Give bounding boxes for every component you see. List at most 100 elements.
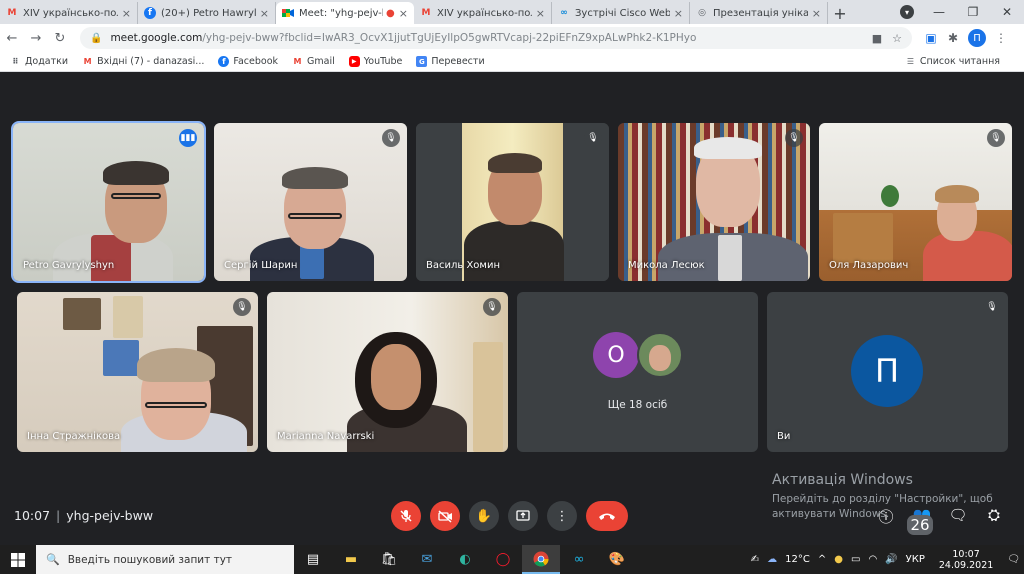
bookmark-label: Facebook xyxy=(233,56,279,67)
pen-icon[interactable]: ✍ xyxy=(751,554,759,565)
present-icon xyxy=(516,510,530,521)
participant-name: Petro Gavrylyshyn xyxy=(23,260,115,271)
search-placeholder: Введіть пошуковий запит тут xyxy=(67,553,233,566)
temperature[interactable]: 12°C xyxy=(785,554,810,565)
restore-icon[interactable]: ❐ xyxy=(956,0,990,24)
file-explorer-icon[interactable]: ▬ xyxy=(332,545,370,574)
lock-icon[interactable]: 🔒 xyxy=(90,33,102,44)
bookmark-facebook[interactable]: f Facebook xyxy=(218,56,278,67)
tab-title: Презентація унікальн xyxy=(713,7,808,19)
extension-icon[interactable]: ▣ xyxy=(920,31,942,45)
windows-taskbar: 🔍 Введіть пошуковий запит тут ▤ ▬ 🛍 ✉ ◐ … xyxy=(0,545,1024,574)
gmail-icon: M xyxy=(83,57,92,66)
mic-off-icon: 🎙 xyxy=(785,129,803,147)
bookmark-youtube[interactable]: ▶ YouTube xyxy=(348,56,402,67)
camera-indicator-icon[interactable]: ■ xyxy=(872,32,882,45)
chat-icon[interactable]: 🗨 xyxy=(940,506,976,542)
gmail-icon: M xyxy=(421,8,431,18)
translate-icon: G xyxy=(416,56,428,67)
mic-off-icon: 🎙 xyxy=(584,129,602,147)
notification-icon[interactable]: 🗨 xyxy=(1007,554,1020,565)
taskbar-clock[interactable]: 10:07 24.09.2021 xyxy=(939,549,993,571)
language-indicator[interactable]: УКР xyxy=(906,554,925,565)
profile-avatar[interactable]: П xyxy=(968,29,986,47)
close-icon[interactable]: × xyxy=(812,7,821,20)
new-tab-button[interactable]: + xyxy=(828,2,852,24)
bookmark-inbox[interactable]: M Вхідні (7) - danazasi... xyxy=(82,56,205,67)
url-host: meet.google.com xyxy=(110,32,203,44)
participant-tile[interactable]: Оля Лазарович 🎙 xyxy=(819,123,1012,281)
tab-gmail-1[interactable]: M XIV українсько-польс × xyxy=(0,2,138,24)
opera-icon[interactable]: ◯ xyxy=(484,545,522,574)
raise-hand-button[interactable]: ✋ xyxy=(469,501,499,531)
bookmark-translate[interactable]: G Перевести xyxy=(416,56,485,67)
volume-icon[interactable]: 🔊 xyxy=(885,554,897,565)
reading-list-icon: ☰ xyxy=(906,57,914,66)
bookmark-gmail[interactable]: M Gmail xyxy=(292,56,335,67)
gmail-icon: M xyxy=(7,8,17,18)
menu-icon[interactable]: ⋮ xyxy=(990,31,1012,45)
bookmark-star-icon[interactable]: ☆ xyxy=(892,32,902,45)
chevron-up-icon[interactable]: ^ xyxy=(818,554,826,565)
close-window-icon[interactable]: ✕ xyxy=(990,0,1024,24)
extensions-puzzle-icon[interactable]: ✱ xyxy=(942,31,964,45)
tab-facebook[interactable]: f (20+) Petro Hawrylysh × xyxy=(138,2,276,24)
tab-gmail-2[interactable]: M XIV українсько-польс × xyxy=(414,2,552,24)
webex-app-icon[interactable]: ∞ xyxy=(560,545,598,574)
info-icon[interactable]: ⓘ xyxy=(868,506,904,542)
participant-tile[interactable]: Petro Gavrylyshyn ▮▮▮ xyxy=(11,121,206,283)
bookmark-apps[interactable]: ⠿ Додатки xyxy=(10,56,68,67)
camera-toggle-button[interactable] xyxy=(430,501,460,531)
participant-tile[interactable]: Микола Лесюк 🎙 xyxy=(618,123,810,281)
gmail-icon: M xyxy=(293,57,302,66)
mic-toggle-button[interactable] xyxy=(391,501,421,531)
tab-title: Зустрічі Cisco Webex xyxy=(575,7,670,19)
close-icon[interactable]: × xyxy=(399,7,408,20)
tab-webex[interactable]: ∞ Зустрічі Cisco Webex × xyxy=(552,2,690,24)
present-screen-button[interactable] xyxy=(508,501,538,531)
participant-avatar: О xyxy=(593,332,639,378)
minimize-icon[interactable]: — xyxy=(922,0,956,24)
participant-tile[interactable]: Marianna Navarrski 🎙 xyxy=(267,292,508,452)
tab-title: XIV українсько-польс xyxy=(437,7,532,19)
tab-meet[interactable]: Meet: "yhg-pejv-b ● × xyxy=(276,2,414,24)
mail-icon[interactable]: ✉ xyxy=(408,545,446,574)
activation-title: Активація Windows xyxy=(772,472,913,488)
taskbar-search[interactable]: 🔍 Введіть пошуковий запит тут xyxy=(36,545,294,574)
close-icon[interactable]: × xyxy=(122,7,131,20)
back-icon[interactable]: ← xyxy=(0,31,24,46)
address-bar[interactable]: 🔒 meet.google.com/yhg-pejv-bww?fbclid=Iw… xyxy=(80,27,912,49)
people-icon[interactable]: 👥26 xyxy=(904,506,940,542)
url-text: meet.google.com/yhg-pejv-bww?fbclid=IwAR… xyxy=(110,32,861,44)
activities-icon[interactable]: ⛭ xyxy=(976,506,1012,542)
meeting-time: 10:07 xyxy=(14,508,51,523)
self-tile[interactable]: П Ви 🎙 xyxy=(767,292,1008,452)
tab-presentation[interactable]: ◎ Презентація унікальн × xyxy=(690,2,828,24)
battery-icon[interactable]: ▭ xyxy=(851,554,860,565)
wifi-icon[interactable]: ◠ xyxy=(868,554,877,565)
start-button[interactable] xyxy=(0,552,36,567)
participant-tile[interactable]: Інна Стражнікова 🎙 xyxy=(17,292,258,452)
task-view-icon[interactable]: ▤ xyxy=(294,545,332,574)
store-icon[interactable]: 🛍 xyxy=(370,545,408,574)
mic-off-icon: 🎙 xyxy=(233,298,251,316)
reading-list[interactable]: ☰ Список читання xyxy=(905,56,1000,67)
more-options-button[interactable]: ⋮ xyxy=(547,501,577,531)
close-icon[interactable]: × xyxy=(260,7,269,20)
close-icon[interactable]: × xyxy=(674,7,683,20)
weather-icon[interactable]: ☁ xyxy=(767,554,777,565)
tab-search-icon[interactable]: ▾ xyxy=(900,5,914,19)
more-participants-tile[interactable]: О Ще 18 осіб xyxy=(517,292,758,452)
participant-tile[interactable]: Сергій Шарин 🎙 xyxy=(214,123,407,281)
paint-icon[interactable]: 🎨 xyxy=(598,545,636,574)
close-icon[interactable]: × xyxy=(536,7,545,20)
chrome-icon[interactable] xyxy=(522,545,560,574)
more-vert-icon: ⋮ xyxy=(555,508,569,524)
norton-icon[interactable]: ● xyxy=(834,554,843,565)
camera-off-icon xyxy=(437,509,452,523)
forward-icon[interactable]: → xyxy=(24,31,48,46)
edge-icon[interactable]: ◐ xyxy=(446,545,484,574)
leave-call-button[interactable] xyxy=(586,501,628,531)
participant-tile[interactable]: Василь Хомин 🎙 xyxy=(416,123,609,281)
reload-icon[interactable]: ↻ xyxy=(48,31,72,46)
